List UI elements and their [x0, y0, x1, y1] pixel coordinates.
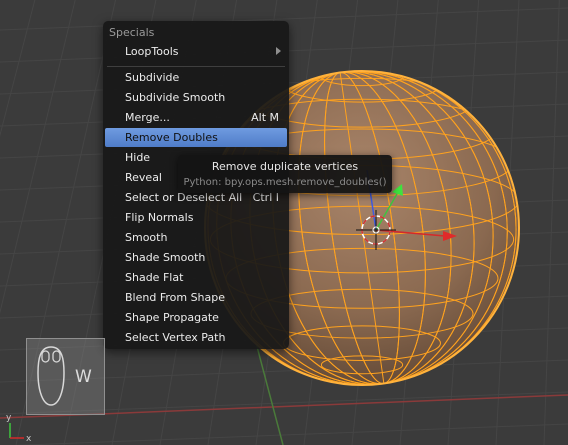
tooltip: Remove duplicate vertices Python: bpy.op…	[178, 155, 392, 193]
menu-item-label: Flip Normals	[125, 211, 194, 224]
menu-item-shade-flat[interactable]: Shade Flat	[105, 268, 287, 287]
menu-title: Specials	[109, 26, 155, 39]
menu-item-label: Shade Flat	[125, 271, 184, 284]
key-hint-overlay: W	[26, 338, 105, 415]
menu-item-blend-from-shape[interactable]: Blend From Shape	[105, 288, 287, 307]
menu-item-label: Shade Smooth	[125, 251, 206, 264]
menu-item-label: LoopTools	[125, 45, 179, 58]
axis-label-x: x	[26, 434, 32, 444]
axis-orientation-widget	[9, 423, 24, 439]
menu-item-subdivide-smooth[interactable]: Subdivide Smooth	[105, 88, 287, 107]
menu-item-label: Shape Propagate	[125, 311, 219, 324]
mouse-icon	[37, 346, 65, 406]
menu-item-remove-doubles[interactable]: Remove Doubles	[105, 128, 287, 147]
menu-item-looptools[interactable]: LoopTools	[105, 42, 287, 61]
menu-item-label: Remove Doubles	[125, 131, 218, 144]
menu-item-label: Reveal	[125, 171, 162, 184]
menu-item-select-vertex-path[interactable]: Select Vertex Path	[105, 328, 287, 347]
menu-item-label: Subdivide Smooth	[125, 91, 226, 104]
menu-item-smooth[interactable]: Smooth	[105, 228, 287, 247]
menu-item-label: Select Vertex Path	[125, 331, 226, 344]
menu-item-label: Subdivide	[125, 71, 180, 84]
menu-item-shortcut: Alt M	[251, 111, 279, 124]
key-label: W	[75, 367, 92, 387]
menu-item-subdivide[interactable]: Subdivide	[105, 68, 287, 87]
menu-item-label: Hide	[125, 151, 151, 164]
tooltip-description: Remove duplicate vertices	[211, 160, 359, 173]
tooltip-python-path: Python: bpy.ops.mesh.remove_doubles()	[183, 177, 387, 188]
axis-label-y: y	[6, 413, 12, 423]
menu-item-flip-normals[interactable]: Flip Normals	[105, 208, 287, 227]
menu-item-shade-smooth[interactable]: Shade Smooth	[105, 248, 287, 267]
menu-item-merge[interactable]: Merge... Alt M	[105, 108, 287, 127]
menu-item-label: Smooth	[125, 231, 168, 244]
menu-item-label: Blend From Shape	[125, 291, 226, 304]
menu-separator	[107, 66, 285, 67]
menu-item-label: Merge...	[125, 111, 170, 124]
menu-item-shape-propagate[interactable]: Shape Propagate	[105, 308, 287, 327]
submenu-arrow-icon	[276, 47, 281, 55]
